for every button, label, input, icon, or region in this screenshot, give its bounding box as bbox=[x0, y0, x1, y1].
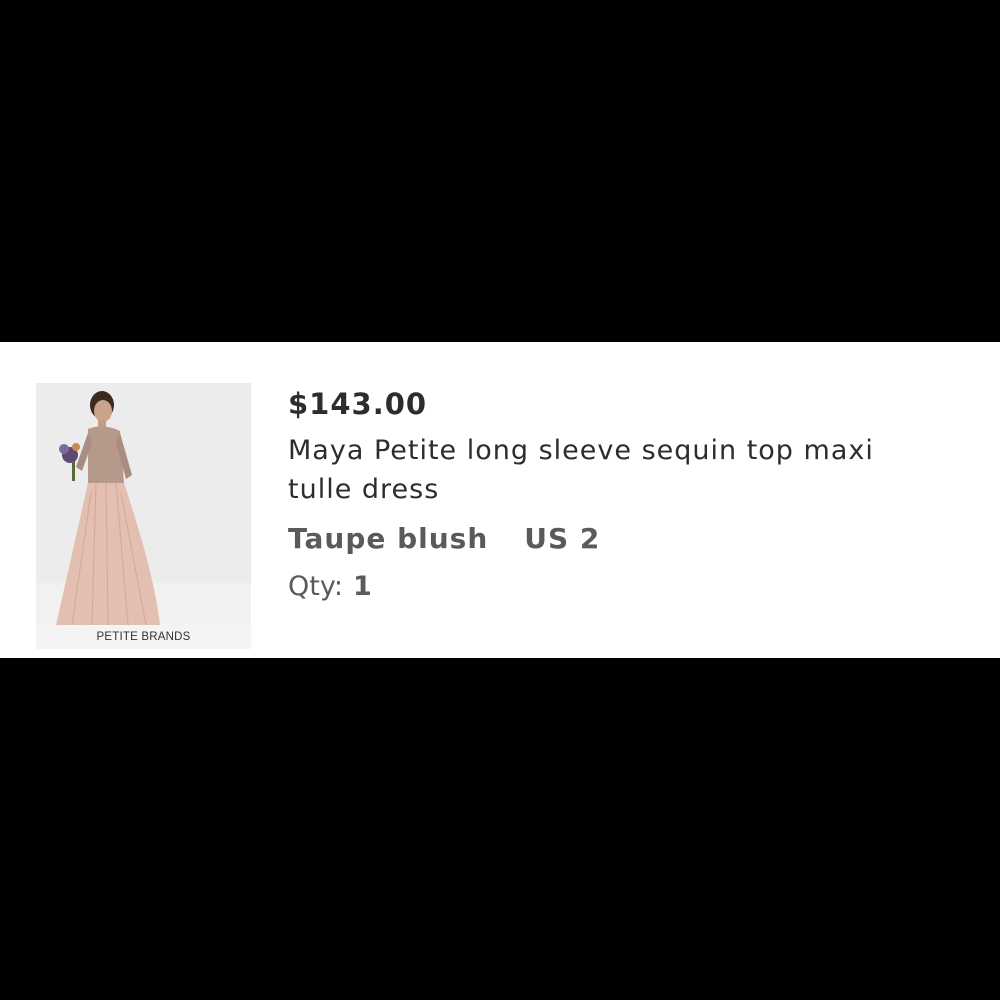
item-quantity[interactable]: Qty: 1 bbox=[288, 567, 968, 607]
item-details: $143.00 Maya Petite long sleeve sequin t… bbox=[288, 382, 968, 607]
product-image[interactable]: PETITE BRANDS bbox=[36, 383, 251, 649]
image-caption: PETITE BRANDS bbox=[36, 625, 251, 649]
item-title[interactable]: Maya Petite long sleeve sequin top maxi … bbox=[288, 431, 888, 509]
qty-value: 1 bbox=[352, 571, 372, 602]
cart-item-card[interactable]: PETITE BRANDS $143.00 Maya Petite long s… bbox=[0, 342, 1000, 658]
item-variant: Taupe blush US 2 bbox=[288, 519, 968, 559]
screen: PETITE BRANDS $143.00 Maya Petite long s… bbox=[0, 0, 1000, 1000]
item-price: $143.00 bbox=[288, 387, 428, 421]
qty-label: Qty: bbox=[288, 571, 343, 602]
dress-photo-illustration bbox=[36, 383, 251, 649]
item-size: US 2 bbox=[524, 522, 601, 555]
item-color: Taupe blush bbox=[288, 522, 489, 555]
